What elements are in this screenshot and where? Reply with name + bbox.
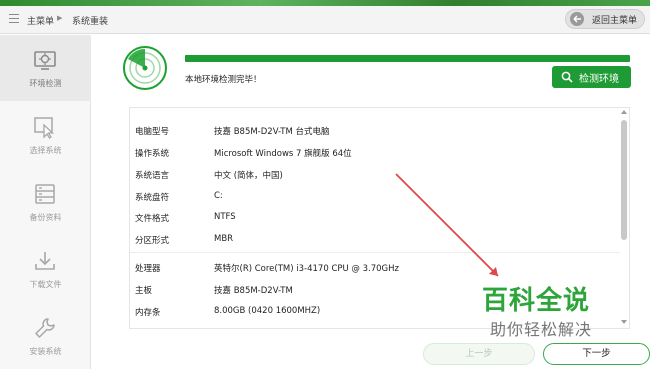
watermark-subtitle: 助你轻松解决 [490, 320, 593, 339]
next-step-button[interactable]: 下一步 [543, 343, 650, 365]
environment-check-icon [34, 51, 56, 70]
detection-progress-bar [185, 55, 630, 62]
sidebar-item-backup[interactable]: 备份资料 [0, 169, 91, 235]
sidebar-item-select-system[interactable]: 选择系统 [0, 102, 91, 168]
sidebar-item-install-system[interactable]: 安装系统 [0, 303, 91, 369]
sidebar-item-label: 安装系统 [29, 347, 62, 356]
previous-step-button[interactable]: 上一步 [423, 343, 535, 365]
list-icon[interactable] [9, 14, 19, 24]
sidebar-item-download[interactable]: 下载文件 [0, 236, 91, 302]
sidebar-item-label: 选择系统 [29, 146, 62, 155]
watermark: 百科全说 助你轻松解决 [470, 280, 610, 340]
detection-status-text: 本地环境检测完毕！ [185, 75, 262, 85]
backup-icon [35, 184, 55, 204]
sidebar: 环境检测 选择系统 备份资料 下载文件 安装系统 [0, 35, 91, 369]
scroll-thumb[interactable] [621, 120, 627, 240]
detect-button-label: 检测环境 [579, 73, 619, 85]
scroll-up-arrow-icon[interactable] [621, 110, 627, 114]
back-to-main-menu-button[interactable]: 返回主菜单 [565, 9, 645, 29]
info-scrollbar[interactable] [619, 108, 629, 329]
detect-environment-button[interactable]: 检测环境 [552, 66, 631, 88]
sidebar-item-environment-check[interactable]: 环境检测 [0, 35, 91, 101]
scroll-down-arrow-icon[interactable] [621, 320, 627, 324]
sidebar-item-label: 下载文件 [29, 280, 62, 289]
back-button-label: 返回主菜单 [592, 15, 638, 26]
breadcrumb-main-menu[interactable]: 主菜单 [27, 14, 54, 27]
radar-scan-icon [123, 46, 167, 90]
breadcrumb-separator-icon: ▶ [57, 14, 63, 22]
select-system-icon [34, 117, 55, 139]
breadcrumb-current: 系统重装 [72, 17, 109, 27]
header-bar: 主菜单 ▶ 系统重装 返回主菜单 [0, 6, 650, 34]
watermark-title: 百科全说 [482, 286, 591, 316]
back-arrow-icon [570, 12, 584, 26]
download-icon [35, 252, 55, 270]
install-wrench-icon [35, 318, 55, 338]
search-icon [561, 71, 573, 83]
sidebar-item-label: 环境检测 [29, 79, 62, 88]
progress-fill [185, 55, 630, 62]
sidebar-item-label: 备份资料 [29, 213, 62, 222]
